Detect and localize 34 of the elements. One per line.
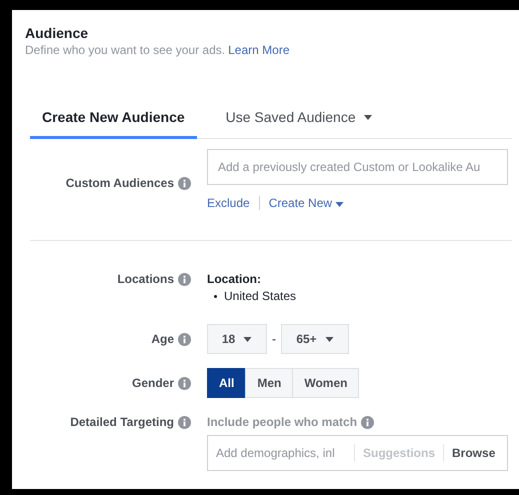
location-item: United States (224, 289, 296, 303)
field-label: Gender (132, 376, 174, 390)
action-link[interactable]: Exclude (207, 196, 250, 210)
tab[interactable]: Use Saved Audience (214, 100, 384, 139)
field-label: Locations (117, 272, 174, 286)
custom-audience-field[interactable]: Add a previously created Custom or Lookalike Au (207, 149, 508, 185)
info-icon[interactable] (178, 416, 191, 429)
targeting-heading: Include people who match (207, 415, 358, 429)
age-max-dropdown[interactable]: 65+ (281, 324, 349, 354)
field-label: Detailed Targeting (70, 415, 174, 429)
field-label: Age (151, 332, 174, 346)
section-description: Define who you want to see your ads. (25, 43, 226, 57)
targeting-action-button[interactable]: Browse (444, 446, 504, 460)
location-heading: Location: (207, 272, 262, 286)
gender-option[interactable]: Men (245, 368, 294, 398)
gender-option[interactable]: Women (292, 368, 360, 398)
field-label: Custom Audiences (66, 176, 174, 190)
caret-icon (324, 336, 334, 342)
info-icon[interactable] (178, 273, 191, 286)
info-icon[interactable] (178, 177, 191, 190)
caret-icon (243, 336, 252, 342)
tab[interactable]: Create New Audience (30, 100, 197, 139)
age-min-dropdown[interactable]: 18 (207, 324, 267, 354)
info-icon[interactable] (178, 377, 191, 390)
caret-icon (335, 202, 344, 207)
info-icon[interactable] (178, 333, 191, 346)
learn-more-link[interactable]: Learn More (228, 43, 290, 57)
range-separator: - (272, 332, 276, 346)
action-link[interactable]: Create New (268, 196, 344, 210)
bullet-dot (214, 294, 217, 298)
caret-icon (364, 114, 372, 120)
info-icon[interactable] (361, 416, 374, 429)
section-title: Audience (25, 25, 90, 41)
gender-option[interactable]: All (207, 368, 246, 398)
